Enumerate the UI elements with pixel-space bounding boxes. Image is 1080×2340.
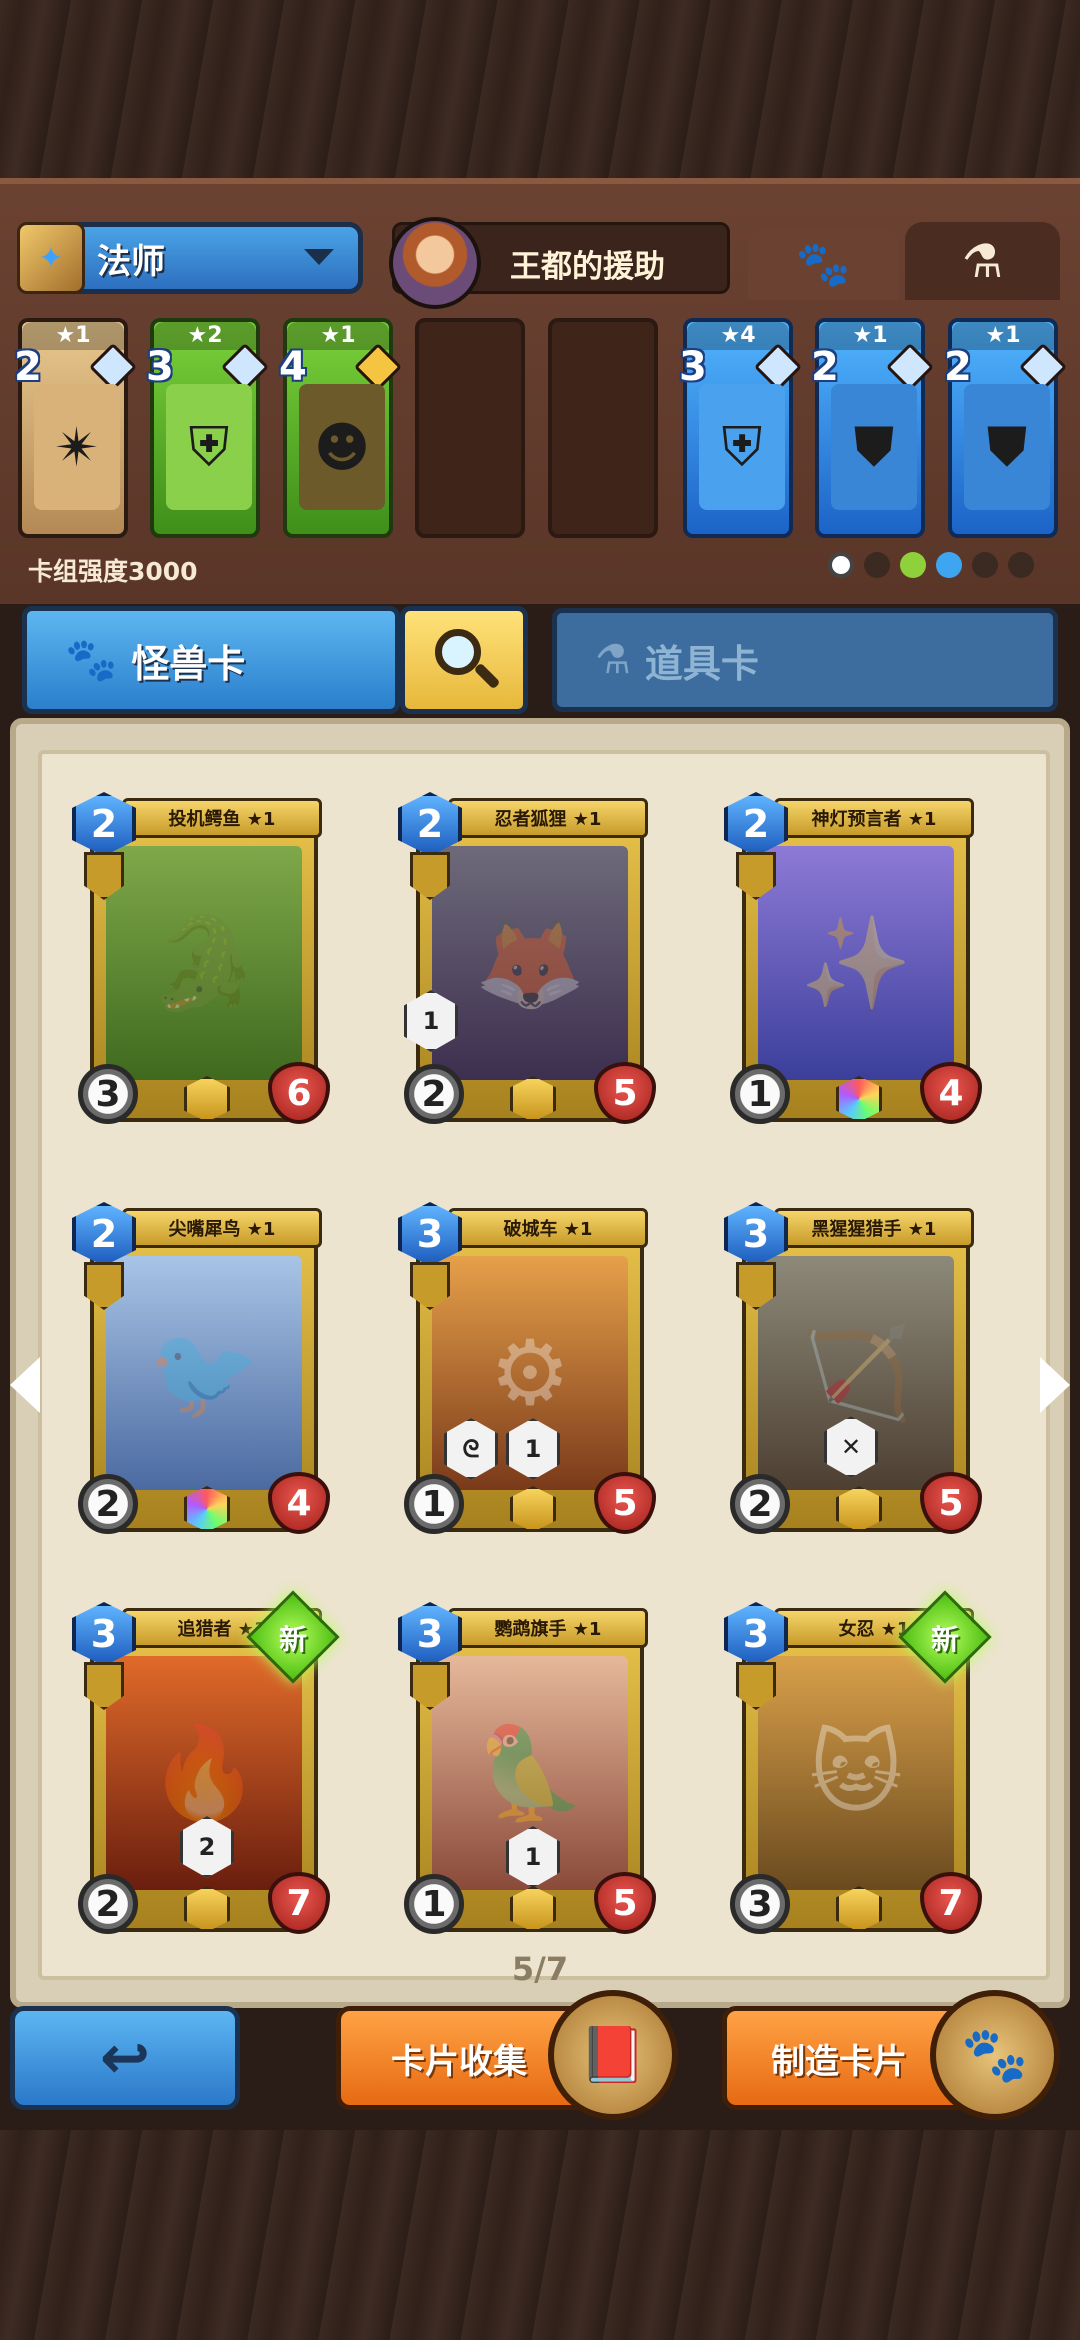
card-art: ✨ [758,846,954,1080]
card-title: 黑猩猩猎手 ★1 [774,1208,974,1248]
tab-monster-label: 怪兽卡 [131,641,246,686]
shuriken-icon: ✴ [34,384,120,510]
monster-card[interactable]: 🏹 黑猩猩猎手 ★1 3 ✕ 2 5 [724,1202,982,1542]
slot-cost: 3 [146,344,174,390]
card-attack: 1 [404,1874,464,1934]
card-title: 忍者狐狸 ★1 [448,798,648,838]
banner-icon: ⛨ [166,384,252,510]
monster-card[interactable]: 🔥 追猎者 ★1 3 新 2 2 7 [72,1590,340,1942]
card-attack: 1 [404,1474,464,1534]
deck-slot[interactable]: ★1 2 ✴ [14,318,138,538]
tab-item-filter[interactable]: ⚗ [905,222,1060,300]
hero-avatar [389,217,481,309]
nature-icon [900,552,926,578]
paw-jar-icon: 🐾 [930,1990,1060,2120]
monster-card[interactable]: 🐦 尖嘴犀鸟 ★1 2 2 4 [72,1202,330,1542]
flask-icon: ⚗ [595,637,631,683]
card-collection-label: 卡片收集 [391,2041,527,2082]
bottom-wood-background [0,2130,1080,2340]
tab-item-label: 道具卡 [644,641,759,686]
slot-cost: 3 [679,344,707,390]
search-icon-handle [473,662,501,690]
card-title: 尖嘴犀鸟 ★1 [122,1208,322,1248]
armor-icon: ⛊ [964,384,1050,510]
new-label: 新 [278,1623,307,1656]
spellbook-icon: ✦ [17,222,85,294]
chevron-down-icon [304,249,334,265]
slot-cost: 2 [811,344,839,390]
card-art: 🐦 [106,1256,302,1490]
tab-item-cards[interactable]: ⚗ 道具卡 [552,608,1058,712]
card-attack: 2 [78,1874,138,1934]
monster-card[interactable]: ✨ 神灯预言者 ★1 2 1 4 [724,792,982,1132]
water-icon [936,552,962,578]
deck-slot[interactable]: ★1 2 ⛊ [944,318,1068,538]
craft-card-label: 制造卡片 [771,2041,907,2082]
monster-card[interactable]: 🐱 女忍 ★1 3 新 3 7 [724,1590,992,1942]
slot-cost: 2 [14,344,42,390]
flask-icon: ⚗ [961,234,1004,288]
bronze-mask-icon: ☻ [299,384,385,510]
empty-deck-slot[interactable] [415,318,525,538]
deck-slots: ★1 2 ✴ ★2 3 ⛨ ★1 4 ☻ ★4 3 ⛨ ★1 2 ⛊ ★1 2 … [0,318,1080,548]
back-button[interactable]: ↩ [10,2006,240,2110]
class-selector[interactable]: ✦ 法师 [17,222,363,294]
monster-card[interactable]: 🦊 忍者狐狸 ★1 2 1 2 5 [398,792,656,1132]
card-title: 神灯预言者 ★1 [774,798,974,838]
card-book-icon: 📕 [548,1990,678,2120]
deck-slot[interactable]: ★2 3 ⛨ [146,318,270,538]
previous-page-arrow-icon[interactable] [10,1357,40,1413]
wind-icon [972,552,998,578]
card-attack: 3 [730,1874,790,1934]
card-attack: 2 [730,1474,790,1534]
empty-deck-slot[interactable] [548,318,658,538]
search-button[interactable] [400,606,528,714]
card-attack: 2 [78,1474,138,1534]
class-name: 法师 [97,241,165,282]
new-label: 新 [930,1623,959,1656]
card-attack: 1 [730,1064,790,1124]
monster-card[interactable]: 🦜 鹦鹉旗手 ★1 3 1 1 5 [398,1602,656,1942]
top-wood-background [0,0,1080,200]
tab-monster-filter[interactable]: 🐾 [748,228,898,300]
page-indicator: 5/7 [511,1950,569,1988]
deck-slot[interactable]: ★1 4 ☻ [279,318,403,538]
banner-icon: ⛨ [699,384,785,510]
card-title: 鹦鹉旗手 ★1 [448,1608,648,1648]
card-attack: 2 [404,1064,464,1124]
paw-icon: 🐾 [65,635,118,684]
deck-slot[interactable]: ★4 3 ⛨ [679,318,803,538]
paw-icon: 🐾 [795,239,851,290]
card-title: 投机鳄鱼 ★1 [122,798,322,838]
slot-cost: 4 [279,344,307,390]
deck-slot[interactable]: ★1 2 ⛊ [811,318,935,538]
hero-name: 王都的援助 [510,249,665,285]
fire-icon [1008,552,1034,578]
tab-monster-cards[interactable]: 🐾 怪兽卡 [22,606,400,714]
card-art: 🐊 [106,846,302,1080]
armor-icon: ⛊ [831,384,917,510]
hero-selector[interactable]: 王都的援助 [389,217,730,309]
slot-cost: 2 [944,344,972,390]
element-icons [828,552,1034,578]
back-arrow-icon: ↩ [99,2023,151,2093]
card-art: 🐱 [758,1656,954,1890]
monster-card[interactable]: ⚙ 破城车 ★1 3 ᘓ 1 1 5 [398,1202,656,1542]
deck-power: 卡组强度3000 [28,557,198,586]
next-page-arrow-icon[interactable] [1040,1357,1070,1413]
card-title: 破城车 ★1 [448,1208,648,1248]
card-attack: 3 [78,1064,138,1124]
earth-icon [864,552,890,578]
monster-card[interactable]: 🐊 投机鳄鱼 ★1 2 3 6 [72,792,330,1132]
card-art: 🦊 [432,846,628,1080]
neutral-icon [828,552,854,578]
